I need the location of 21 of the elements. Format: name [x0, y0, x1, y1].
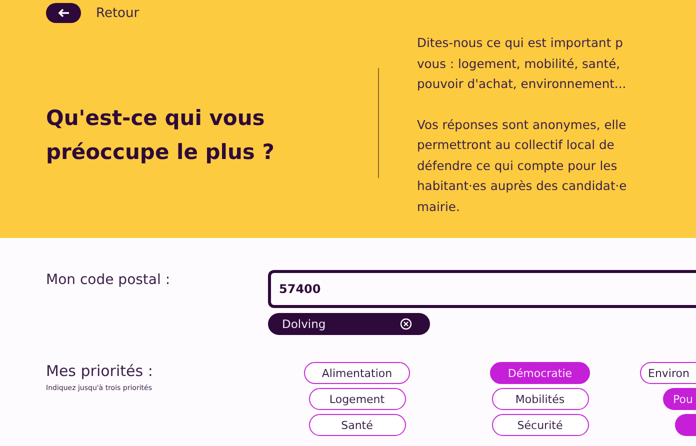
priority-tag[interactable]: Environ: [640, 362, 696, 384]
intro-paragraph: Dites-nous ce qui est important p vous : logement, mobilité, santé, pouvoir d'achat, environnement...: [417, 35, 627, 93]
priority-tag[interactable]: Mobilités: [492, 388, 588, 410]
postal-code-field[interactable]: 57400: [268, 270, 696, 308]
priority-tag[interactable]: Logement: [308, 388, 406, 410]
field-label: Mes priorités :: [46, 362, 154, 380]
intro-paragraph: Vos réponses sont anonymes, elle permettront au collectif local de défendre ce qui compte pour les habitant·es auprès des candidat·e mairie.: [417, 116, 627, 216]
back-button[interactable]: [46, 3, 81, 23]
priority-tag[interactable]: Alimentation: [304, 362, 410, 384]
city-name: Dolving: [282, 317, 326, 331]
priority-tag[interactable]: Démocratie: [490, 362, 590, 384]
priority-tag[interactable]: Pou: [663, 388, 696, 410]
priority-tag[interactable]: Sécurité: [492, 414, 588, 436]
page-title: Qu'est-ce qui vous préoccupe le plus ?: [46, 105, 276, 166]
back-arrow-icon: [58, 8, 70, 18]
priority-tag[interactable]: [675, 414, 696, 436]
city-chip[interactable]: Dolving: [268, 313, 430, 335]
priority-tag[interactable]: Santé: [308, 414, 406, 436]
field-label: Mon code postal :: [46, 271, 172, 288]
back-link[interactable]: Retour: [96, 6, 140, 20]
remove-icon[interactable]: [400, 318, 412, 330]
